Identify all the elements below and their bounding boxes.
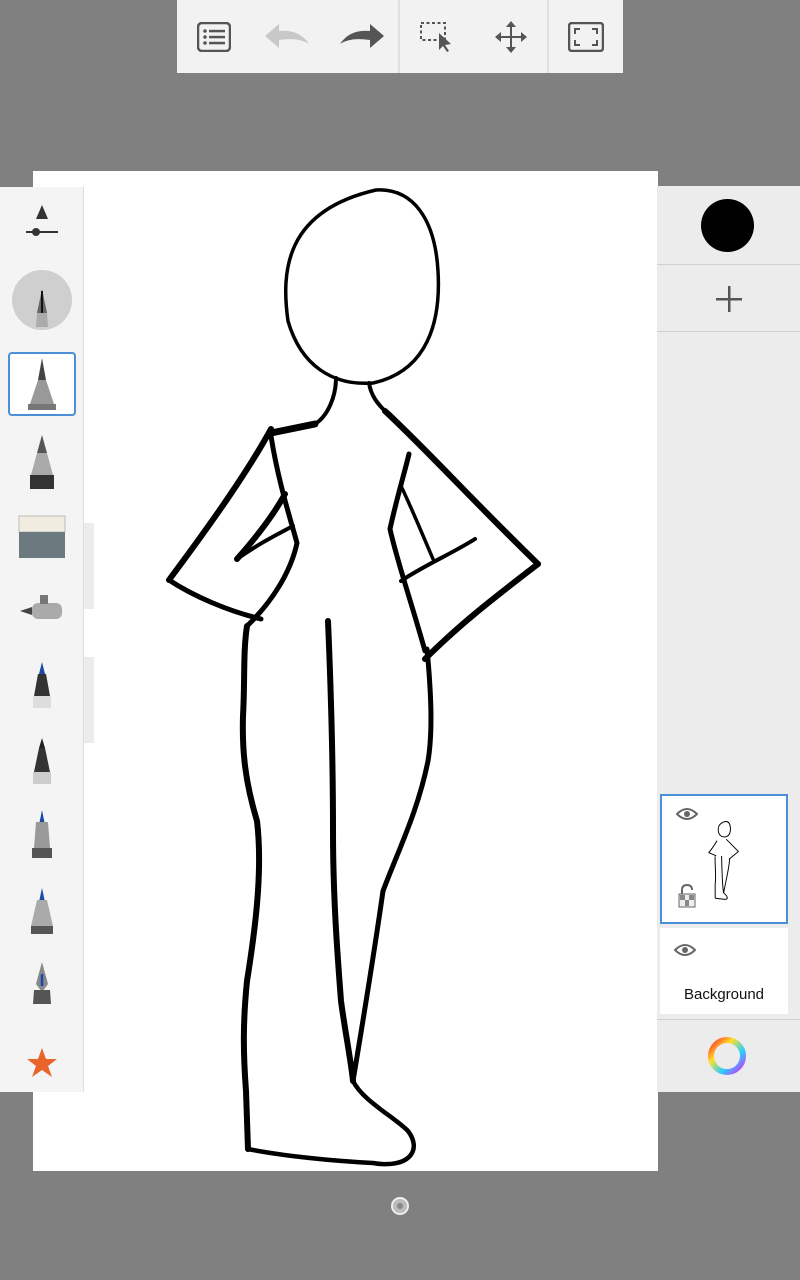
chisel-pen-tool[interactable] [8, 885, 76, 937]
layer-name: Background [683, 986, 765, 1003]
sketch-figure [166, 188, 541, 1167]
brush-preview-icon[interactable] [8, 269, 76, 331]
airbrush-tool[interactable] [8, 587, 76, 631]
pencil-tool[interactable] [8, 432, 76, 492]
fountain-pen-tool[interactable] [8, 959, 76, 1011]
fullscreen-icon[interactable] [549, 0, 623, 73]
lock-icon[interactable] [678, 884, 696, 908]
eraser-tool[interactable] [8, 512, 76, 562]
drawing-canvas[interactable] [33, 171, 658, 1171]
ink-pen-tool[interactable] [8, 807, 76, 861]
panel-divider [657, 1019, 800, 1020]
layers-panel: Background [657, 186, 800, 1092]
plus-icon [715, 285, 742, 312]
pencil-tool-selected[interactable] [8, 352, 76, 416]
favorites-star-icon[interactable] [8, 1043, 76, 1083]
brush-settings-icon[interactable] [8, 201, 76, 241]
ballpoint-pen-tool[interactable] [8, 659, 76, 711]
eye-icon[interactable] [676, 806, 698, 822]
selection-icon[interactable] [400, 0, 474, 73]
add-layer-button[interactable] [657, 266, 800, 331]
top-toolbar [177, 0, 623, 73]
panel-divider [657, 264, 800, 265]
list-icon[interactable] [177, 0, 251, 73]
undo-icon[interactable] [251, 0, 325, 73]
layer-item-background[interactable]: Background [660, 928, 788, 1014]
palette-drag-handle[interactable] [84, 523, 94, 609]
palette-drag-handle[interactable] [84, 657, 94, 743]
redo-icon[interactable] [324, 0, 398, 73]
panel-divider [657, 331, 800, 332]
move-icon[interactable] [474, 0, 548, 73]
fine-pen-tool[interactable] [8, 735, 76, 787]
layer-thumbnail [708, 821, 740, 900]
canvas-rotate-handle-icon[interactable] [390, 1196, 410, 1216]
layer-item-selected[interactable] [660, 794, 788, 924]
eye-icon[interactable] [674, 942, 696, 958]
current-color-swatch[interactable] [701, 199, 754, 252]
color-wheel-icon[interactable] [707, 1036, 747, 1076]
tool-palette [0, 187, 84, 1092]
